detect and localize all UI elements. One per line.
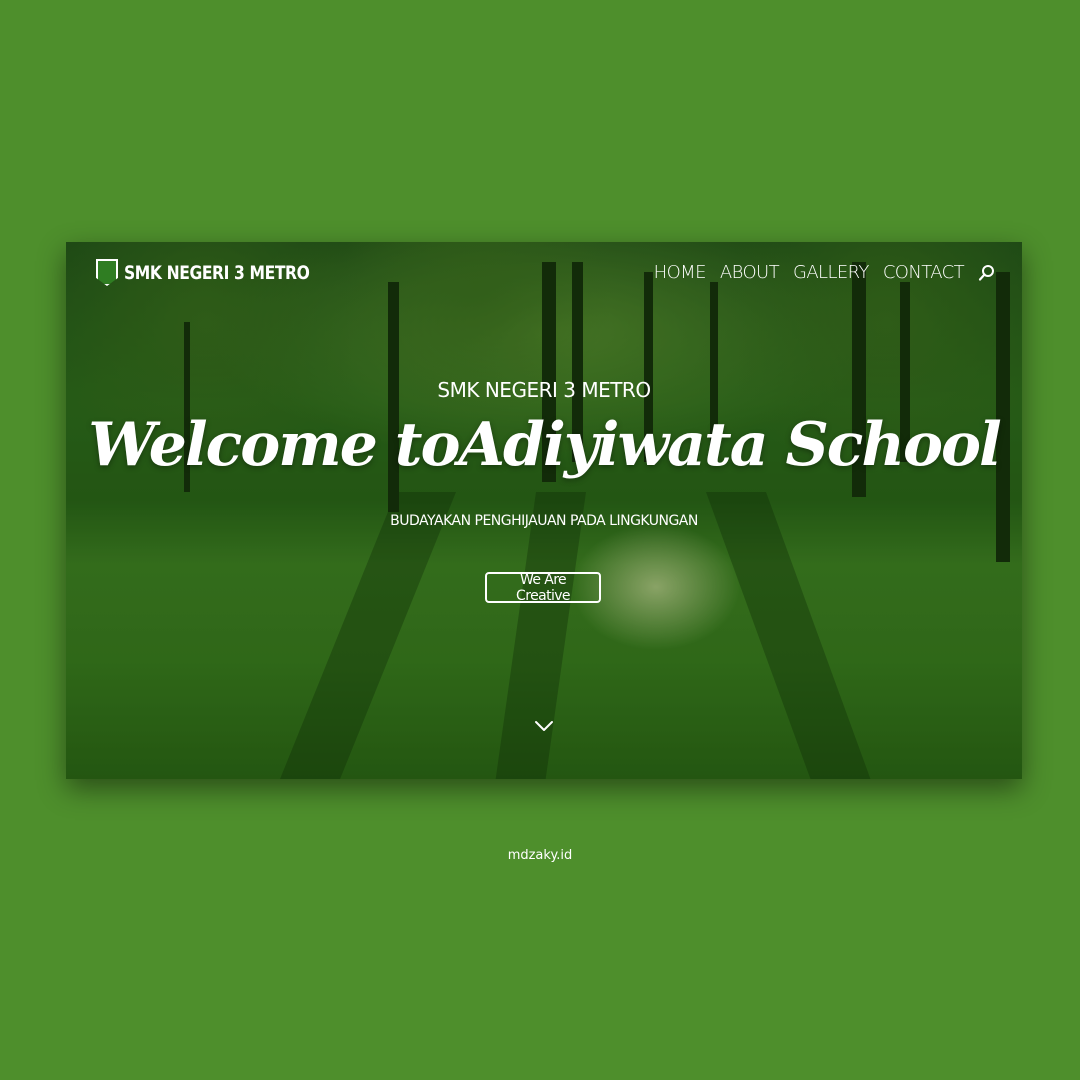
website-hero-screenshot: SMK NEGERI 3 METRO HOME ABOUT GALLERY CO… [66,242,1022,779]
nav-home[interactable]: HOME [654,262,707,283]
hero-headline: Welcome toAdiyiwata School [88,410,1002,480]
dark-overlay [66,242,1022,779]
cta-button[interactable]: We Are Creative [485,572,601,604]
site-name: SMK NEGERI 3 METRO [124,261,310,284]
chevron-down-icon[interactable] [533,718,555,734]
nav-contact[interactable]: CONTACT [883,262,965,283]
site-logo[interactable]: SMK NEGERI 3 METRO [96,259,350,286]
search-icon[interactable] [978,264,996,282]
nav-gallery[interactable]: GALLERY [793,262,869,283]
nav-about[interactable]: ABOUT [720,262,780,283]
school-crest-icon [96,259,118,286]
hero-eyebrow: SMK NEGERI 3 METRO [437,378,651,402]
credit-text: mdzaky.id [507,848,573,863]
main-nav: HOME ABOUT GALLERY CONTACT [654,262,996,283]
hero-tagline: BUDAYAKAN PENGHIJAUAN PADA LINGKUNGAN [390,513,698,529]
